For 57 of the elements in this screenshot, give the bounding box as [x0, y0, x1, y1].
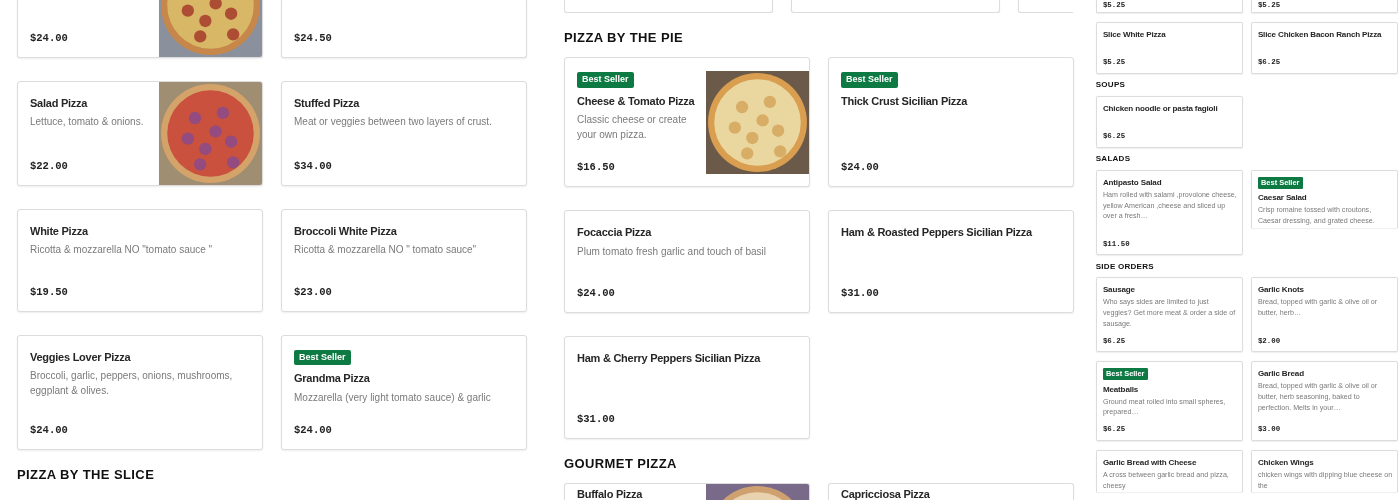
- menu-card[interactable]: Ham & Roasted Peppers Sicilian Pizza $31.00: [828, 210, 1074, 314]
- menu-card[interactable]: Best Seller Cheese & Tomato Pizza Classic cheese or create your own pizza. $16.50: [564, 57, 810, 188]
- menu-card[interactable]: Buffalo Pizza: [564, 483, 810, 500]
- item-title: White Pizza: [30, 224, 90, 239]
- menu-card[interactable]: Ham & Cherry Peppers Sicilian Pizza $31.00: [564, 336, 810, 440]
- menu-card[interactable]: Salad Pizza Lettuce, tomato & onions. $22.00: [17, 81, 263, 186]
- item-price: $24.00: [30, 30, 69, 45]
- menu-card[interactable]: White Pizza Ricotta & mozzarella NO "tomato sauce " $19.50: [17, 209, 263, 312]
- menu-card[interactable]: [791, 0, 1000, 13]
- item-price: $16.50: [577, 159, 616, 175]
- menu-card[interactable]: $24.50: [281, 0, 527, 58]
- section-heading: PIZZA BY THE SLICE: [17, 467, 156, 483]
- menu-card[interactable]: Broccoli White Pizza Ricotta & mozzarella NO " tomato sauce" $23.00: [281, 209, 527, 312]
- item-title: Veggies Lover Pizza: [30, 350, 132, 365]
- item-price: $31.00: [841, 285, 880, 301]
- item-price: $24.00: [577, 285, 616, 301]
- item-title: Stuffed Pizza: [294, 96, 361, 111]
- item-description: Classic cheese or create your own pizza.: [577, 112, 688, 142]
- item-description: Ricotta & mozzarella NO "tomato sauce ": [30, 243, 214, 258]
- item-title: Salad Pizza: [30, 96, 89, 111]
- item-title: Broccoli White Pizza: [294, 224, 398, 239]
- item-title: Thick Crust Sicilian Pizza: [841, 93, 969, 109]
- item-price: $24.50: [294, 30, 333, 45]
- menu-card[interactable]: $24.00: [17, 0, 263, 58]
- item-description: Broccoli, garlic, peppers, onions, mushrooms, eggplant & olives.: [30, 369, 234, 399]
- item-price: $19.50: [30, 284, 69, 299]
- menu-card[interactable]: Focaccia Pizza Plum tomato fresh garlic and touch of basil $24.00: [564, 210, 810, 314]
- item-title: Capricciosa Pizza: [841, 487, 931, 500]
- item-title: Focaccia Pizza: [577, 225, 653, 241]
- item-description: Ricotta & mozzarella NO " tomato sauce": [294, 243, 478, 258]
- menu-card[interactable]: Veggies Lover Pizza Broccoli, garlic, peppers, onions, mushrooms, eggplant & olives. $24.00: [17, 335, 263, 450]
- best-seller-badge: Best Seller: [841, 72, 898, 88]
- menu-card[interactable]: Stuffed Pizza Meat or veggies between two layers of crust. $34.00: [281, 81, 527, 186]
- item-price: $34.00: [294, 158, 333, 173]
- item-title: Ham & Roasted Peppers Sicilian Pizza: [841, 225, 1034, 241]
- item-price: $24.00: [294, 422, 333, 437]
- item-description: Meat or veggies between two layers of crust.: [294, 115, 493, 130]
- item-title: Cheese & Tomato Pizza: [577, 93, 696, 109]
- section-heading: GOURMET PIZZA: [564, 457, 678, 472]
- menu-card[interactable]: [564, 0, 773, 13]
- item-description: Lettuce, tomato & onions.: [30, 115, 145, 130]
- item-title: Buffalo Pizza: [577, 487, 644, 500]
- menu-card[interactable]: Capricciosa Pizza: [828, 483, 1074, 500]
- item-price: $31.00: [577, 411, 616, 427]
- best-seller-badge: Best Seller: [577, 72, 634, 88]
- item-price: $22.00: [30, 158, 69, 173]
- item-price: $24.00: [841, 159, 880, 175]
- item-description: Plum tomato fresh garlic and touch of basil: [577, 244, 767, 259]
- item-price: $23.00: [294, 284, 333, 299]
- best-seller-badge: Best Seller: [294, 350, 351, 366]
- item-price: $24.00: [30, 422, 69, 437]
- section-heading: PIZZA BY THE PIE: [564, 31, 685, 46]
- item-title: Ham & Cherry Peppers Sicilian Pizza: [577, 351, 762, 367]
- item-title: Grandma Pizza: [294, 371, 371, 387]
- menu-card[interactable]: Best Seller Thick Crust Sicilian Pizza $24.00: [828, 57, 1074, 188]
- item-description: Mozzarella (very light tomato sauce) & garlic: [294, 390, 492, 405]
- menu-card[interactable]: Best Seller Grandma Pizza Mozzarella (very light tomato sauce) & garlic $24.00: [281, 335, 527, 450]
